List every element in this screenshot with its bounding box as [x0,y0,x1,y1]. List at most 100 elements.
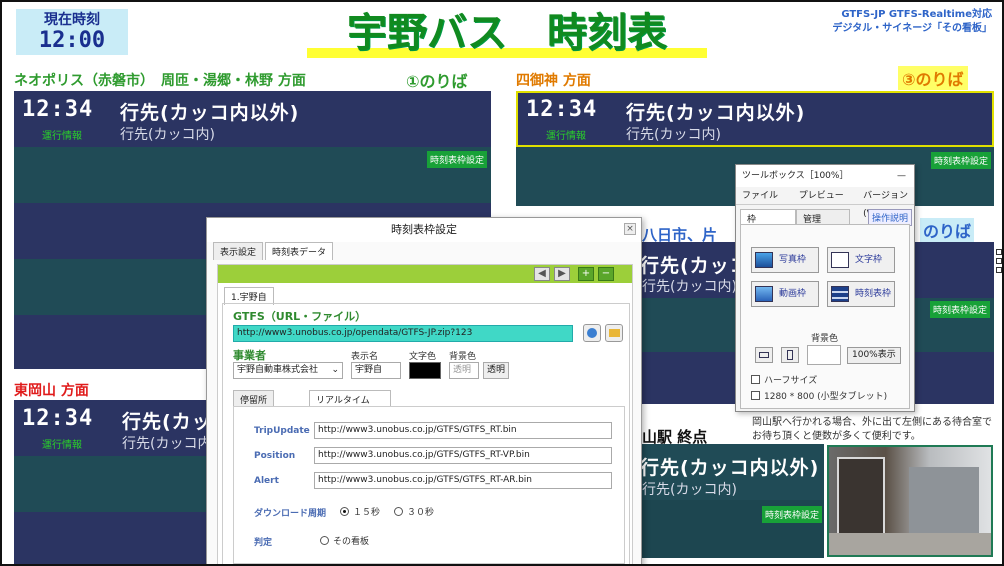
minimize-icon[interactable]: — [897,165,906,187]
board2-time: 12:34 [526,97,598,122]
judge-option-label: その看板 [333,537,370,547]
board3-settings-button[interactable]: 時刻表枠設定 [930,301,991,318]
board4-section-label: 東岡山 方面 [14,383,89,399]
photo-icon [755,251,773,268]
dialog-tabs: 表示設定 時刻表データ [213,242,635,260]
signage-canvas: 現在時刻 12:00 宇野バス 時刻表 GTFS-JP GTFS-Realtim… [0,0,1004,566]
board5[interactable]: 行先(カッコ内以外) 行先(カッコ内) 時刻表枠設定 [640,444,824,558]
page-title: 宇野バス 時刻表 [307,8,707,58]
photo-frame-button[interactable]: 写真枠 [751,247,819,273]
operator-toolbar: ◀ ▶ + − [218,265,632,283]
text-color-swatch[interactable] [409,362,441,379]
board5-sub: 行先(カッコ内) [642,482,737,498]
board2-settings-button[interactable]: 時刻表枠設定 [931,152,992,169]
tablet-checkbox[interactable]: 1280 * 800 (小型タブレット) [751,389,887,402]
tablet-label: 1280 * 800 (小型タブレット) [764,392,888,402]
board2-section-label: 四御神 方面 [516,73,591,89]
menu-file[interactable]: ファイル(E) [742,187,785,219]
gtfs-label: GTFS（URL・ファイル） [233,310,367,323]
video-frame-label: 動画枠 [779,289,807,299]
download-period-label: ダウンロード周期 [254,509,327,519]
board4-sub: 行先(カッコ内) [122,436,217,452]
display-name-label: 表示名 [351,352,379,362]
position-url-input[interactable]: http://www3.unobus.co.jp/GTFS/GTFS_RT-VP… [314,447,612,464]
tab-timetable-data[interactable]: 時刻表データ [265,242,334,260]
bg-color-label: 背景色 [449,352,477,362]
board1-info: 運行情報 [42,131,82,142]
note-line2: お待ち頂くと便数が多くて便利です。 [752,431,921,442]
radio-icon [320,536,329,545]
board4[interactable]: 12:34 行先(カッコ内以外) 運行情報 行先(カッコ内) [14,400,300,564]
minus-icon[interactable]: − [598,267,614,281]
operator-select[interactable]: 宇野自動車株式会社 ⌄ [233,362,343,379]
board5-note: 岡山駅へ行かれる場合、外に出て左側にある待合室で お待ち頂くと便数が多くて便利で… [752,416,992,444]
arrow-right-icon[interactable]: ▶ [554,267,570,281]
board5-settings-button[interactable]: 時刻表枠設定 [762,506,823,523]
caption-line1: GTFS-JP GTFS-Realtime対応 [841,9,992,20]
half-size-checkbox[interactable]: ハーフサイズ [751,373,817,386]
plus-icon[interactable]: + [578,267,594,281]
operator-label: 事業者 [233,349,266,362]
half-size-label: ハーフサイズ [764,376,818,386]
judge-label: 判定 [254,538,273,548]
tripupdate-label: TripUpdate [254,426,310,436]
zoom-100-button[interactable]: 100%表示 [847,347,901,364]
checkbox-icon [751,391,760,400]
board4-time: 12:34 [22,406,94,431]
toolbox-titlebar[interactable]: ツールボックス［100%］ — [736,165,914,187]
board1-settings-button[interactable]: 時刻表枠設定 [427,151,488,168]
alert-label: Alert [254,476,279,486]
alert-url-input[interactable]: http://www3.unobus.co.jp/GTFS/GTFS_RT-AR… [314,472,612,489]
board3-platform: のりば [920,218,975,242]
board1-time: 12:34 [22,97,94,122]
display-name-input[interactable]: 宇野自 [351,362,401,379]
gtfs-url-input[interactable]: http://www3.unobus.co.jp/opendata/GTFS-J… [233,325,573,342]
period-30-label: ３０秒 [407,508,435,518]
folder-icon[interactable] [605,324,623,342]
timetable-frame-button[interactable]: 時刻表枠 [827,281,895,307]
video-icon [755,285,773,302]
text-frame-button[interactable]: 文字枠 [827,247,895,273]
tab-display-settings[interactable]: 表示設定 [213,242,264,260]
caption-line2: デジタル・サイネージ「その看板」 [832,23,992,34]
portrait-icon[interactable] [781,347,799,363]
timetable-frame-label: 時刻表枠 [855,289,892,299]
chevron-down-icon: ⌄ [331,365,339,375]
tripupdate-url-input[interactable]: http://www3.unobus.co.jp/GTFS/GTFS_RT.bi… [314,422,612,439]
radio-icon [394,507,403,516]
period-15-radio[interactable]: １５秒 [340,505,380,518]
transparent-button[interactable]: 透明 [483,362,509,379]
globe-icon[interactable] [583,324,601,342]
board2-info: 運行情報 [546,131,586,142]
board2-sub: 行先(カッコ内) [626,127,721,143]
text-icon [831,251,849,268]
menu-preview[interactable]: プレビュー(P) [799,187,849,219]
photo-frame-label: 写真枠 [779,255,807,265]
resize-handles[interactable] [996,249,1002,275]
menu-version[interactable]: バージョン(V) [863,187,914,219]
judge-radio[interactable]: その看板 [320,534,369,547]
bg-color-input[interactable]: 透明 [449,362,479,379]
toolbox-window[interactable]: ツールボックス［100%］ — ファイル(E) プレビュー(P) バージョン(V… [735,164,915,412]
dialog-title: 時刻表枠設定 [391,223,457,236]
dialog-close-button[interactable]: × [624,223,636,235]
timetable-frame-settings-dialog[interactable]: 時刻表枠設定 × 表示設定 時刻表データ ◀ ▶ + − 1.宇野自 GTFS（… [206,217,642,564]
landscape-icon[interactable] [755,347,773,363]
board1-platform: ①のりば [406,72,468,91]
bg-color-swatch[interactable] [807,345,841,365]
period-15-label: １５秒 [353,508,381,518]
operator-select-value: 宇野自動車株式会社 [237,365,319,375]
toolbox-title: ツールボックス［100%］ [742,171,849,181]
timetable-data-panel: ◀ ▶ + − 1.宇野自 GTFS（URL・ファイル） http://www3… [217,264,633,564]
timetable-icon [831,285,849,302]
board1-section-label: ネオポリス（赤磐市） 周匝・湯郷・林野 方面 [14,73,306,89]
operator-panel: GTFS（URL・ファイル） http://www3.unobus.co.jp/… [222,303,630,564]
board1-sub: 行先(カッコ内) [120,127,215,143]
position-label: Position [254,451,296,461]
video-frame-button[interactable]: 動画枠 [751,281,819,307]
dialog-titlebar[interactable]: 時刻表枠設定 × [207,218,641,242]
board4-info: 運行情報 [42,440,82,451]
arrow-left-icon[interactable]: ◀ [534,267,550,281]
toolbox-menubar: ファイル(E) プレビュー(P) バージョン(V) [736,187,914,219]
period-30-radio[interactable]: ３０秒 [394,505,434,518]
